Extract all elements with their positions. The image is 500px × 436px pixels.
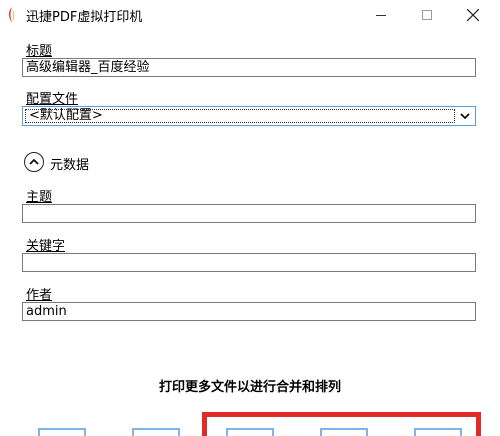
subject-input[interactable] xyxy=(22,204,476,223)
keywords-input[interactable] xyxy=(22,253,476,272)
close-icon xyxy=(467,9,479,21)
minimize-button[interactable] xyxy=(358,0,404,30)
metadata-toggle-button[interactable] xyxy=(24,152,44,172)
window-title: 迅捷PDF虚拟打印机 xyxy=(26,10,143,25)
highlight-annotation-box xyxy=(202,412,481,436)
minimize-icon xyxy=(376,14,386,16)
maximize-icon xyxy=(422,10,432,20)
chevron-down-icon xyxy=(460,113,470,120)
close-button[interactable] xyxy=(450,0,496,30)
maximize-button[interactable] xyxy=(404,0,450,30)
title-input[interactable]: 高级编辑器_百度经验 xyxy=(22,58,476,77)
chevron-up-icon xyxy=(29,158,39,165)
title-bar: 迅捷PDF虚拟打印机 xyxy=(0,0,500,30)
title-label: 标题 xyxy=(26,44,53,59)
merge-option-button-2[interactable] xyxy=(132,428,180,436)
keywords-label: 关键字 xyxy=(26,239,66,254)
metadata-label: 元数据 xyxy=(50,158,90,173)
merge-hint-text: 打印更多文件以进行合并和排列 xyxy=(158,380,341,395)
author-input[interactable]: admin xyxy=(22,302,476,321)
author-label: 作者 xyxy=(26,288,53,303)
config-select[interactable]: <默认配置> xyxy=(22,106,476,126)
config-label: 配置文件 xyxy=(26,92,79,107)
pdf-printer-icon xyxy=(9,7,15,23)
subject-label: 主题 xyxy=(26,190,53,205)
merge-option-button-1[interactable] xyxy=(38,428,86,436)
config-select-value: <默认配置> xyxy=(29,108,103,123)
